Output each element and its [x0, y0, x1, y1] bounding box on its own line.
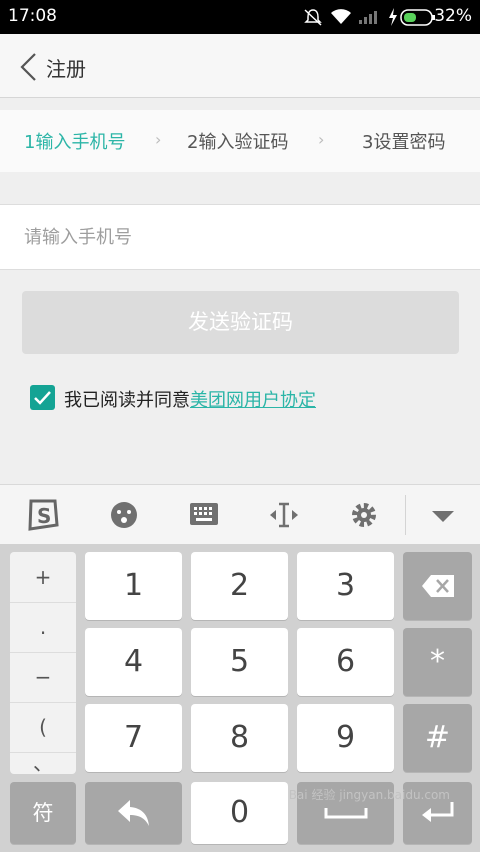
chevron-right-icon: › [155, 130, 162, 149]
key-8[interactable]: 8 [191, 704, 288, 772]
symbol-key[interactable]: + [10, 552, 76, 603]
symbol-key[interactable]: 、 [10, 752, 76, 774]
emoji-icon[interactable] [110, 501, 138, 529]
enter-icon [421, 802, 453, 822]
return-arrow-icon [117, 800, 149, 826]
step-2-label: 2输入验证码 [187, 132, 289, 153]
key-1[interactable]: 1 [85, 552, 182, 620]
symbol-toggle-key[interactable]: 符 [10, 782, 76, 844]
sogou-logo-icon[interactable]: S [26, 498, 60, 532]
keyboard-toolbar: S [0, 484, 480, 545]
symbol-list[interactable]: + . − ( 、 [10, 552, 76, 774]
agreement-label: 我已阅读并同意 [64, 390, 190, 411]
mute-bell-icon [304, 9, 322, 26]
asterisk-key[interactable]: * [403, 628, 472, 696]
numeric-keyboard: + . − ( 、 1 2 3 4 5 6 * 7 8 9 # 符 0 [0, 544, 480, 852]
status-bar: 17:08 32% [0, 0, 480, 34]
key-3[interactable]: 3 [297, 552, 394, 620]
phone-field-container [0, 204, 480, 270]
charging-icon [389, 8, 397, 26]
symbol-key[interactable]: − [10, 652, 76, 703]
signal-icon [359, 11, 377, 24]
step-1-label: 1输入手机号 [24, 132, 126, 153]
agreement-checkbox[interactable] [30, 385, 55, 410]
toolbar-divider [405, 495, 406, 535]
step-indicator: 1输入手机号 › 2输入验证码 › 3设置密码 [0, 110, 480, 172]
key-0[interactable]: 0 [191, 782, 288, 844]
step-3-label: 3设置密码 [362, 132, 446, 153]
symbol-key[interactable]: . [10, 602, 76, 653]
settings-gear-icon[interactable] [350, 501, 378, 529]
watermark-text: Bai 经验 jingyan.baidu.com [288, 788, 450, 802]
keyboard-icon[interactable] [189, 502, 219, 528]
back-arrow-icon[interactable] [18, 52, 38, 82]
svg-text:S: S [37, 504, 51, 528]
clock: 17:08 [8, 6, 57, 26]
battery-percent: 32% [434, 6, 472, 26]
key-7[interactable]: 7 [85, 704, 182, 772]
title-bar: 注册 [0, 34, 480, 98]
phone-input[interactable] [22, 205, 466, 269]
cursor-move-icon[interactable] [268, 501, 300, 529]
key-2[interactable]: 2 [191, 552, 288, 620]
check-icon [34, 391, 51, 405]
symbol-key[interactable]: ( [10, 702, 76, 753]
agreement-link[interactable]: 美团网用户协定 [190, 390, 316, 411]
backspace-key[interactable] [403, 552, 472, 620]
space-icon [324, 808, 367, 819]
agreement-text: 我已阅读并同意美团网用户协定 [64, 386, 316, 412]
backspace-icon [421, 575, 454, 597]
hide-keyboard-icon[interactable] [431, 509, 455, 523]
key-9[interactable]: 9 [297, 704, 394, 772]
key-4[interactable]: 4 [85, 628, 182, 696]
key-5[interactable]: 5 [191, 628, 288, 696]
return-key[interactable] [85, 782, 182, 844]
hash-key[interactable]: # [403, 704, 472, 772]
page-title: 注册 [46, 57, 86, 81]
battery-icon [400, 9, 435, 26]
send-code-button[interactable]: 发送验证码 [22, 291, 459, 354]
key-6[interactable]: 6 [297, 628, 394, 696]
wifi-icon [331, 9, 351, 24]
chevron-right-icon: › [318, 130, 325, 149]
